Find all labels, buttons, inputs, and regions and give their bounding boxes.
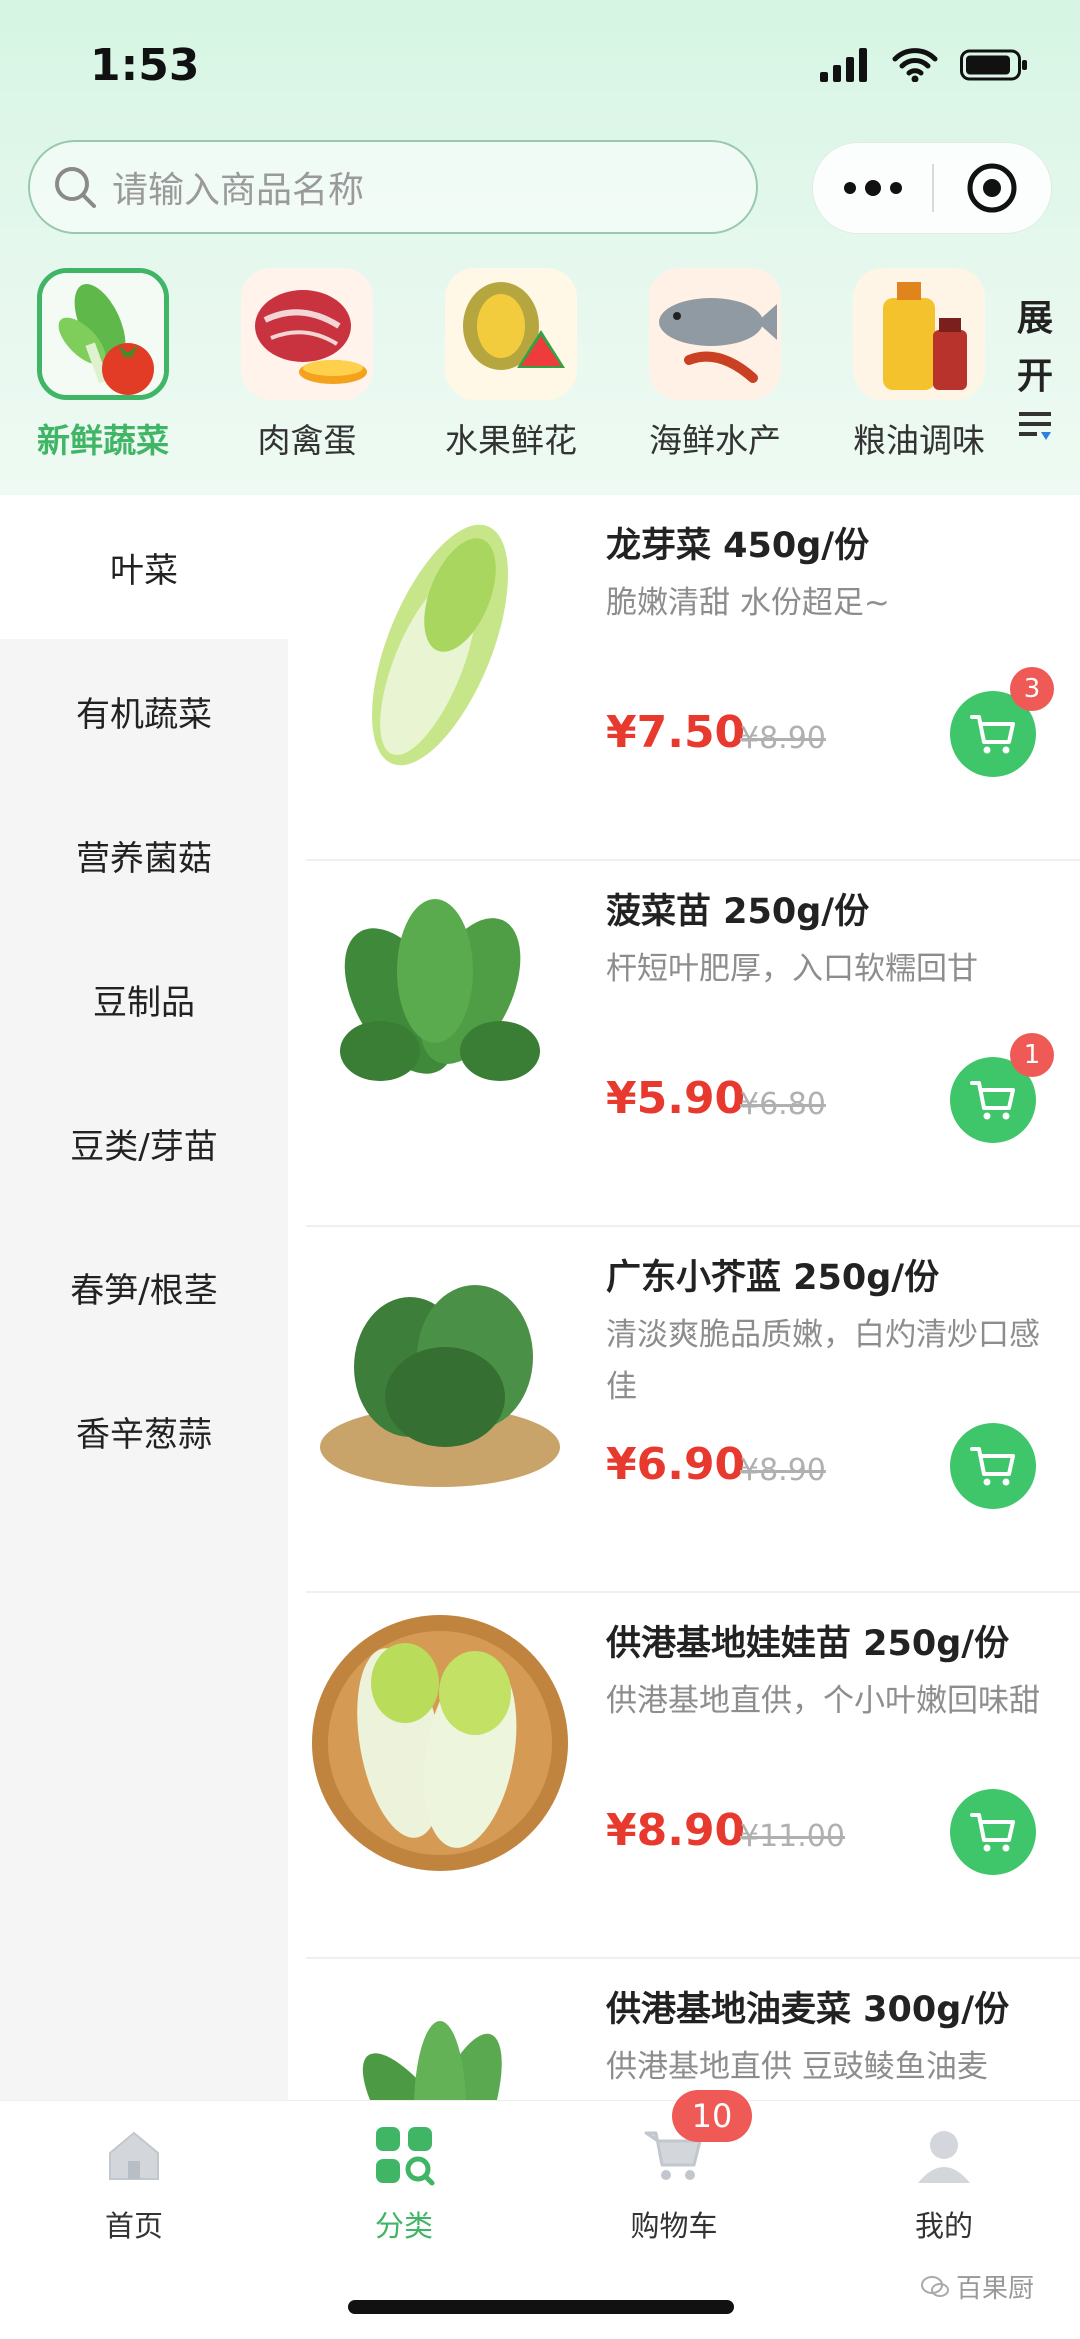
more-dot-icon: [843, 182, 856, 194]
meat-image: [241, 268, 373, 400]
sidebar-item-tofu[interactable]: 豆制品: [0, 927, 288, 1071]
product-original-price: ¥8.90: [740, 721, 826, 756]
product-price: ¥8.90: [606, 1805, 746, 1856]
expand-categories-button[interactable]: 展 开: [1005, 290, 1065, 464]
lettuce-image: [362, 2021, 502, 2100]
status-bar: 1:53: [0, 0, 1080, 130]
cart-icon: [970, 1447, 1015, 1486]
target-icon: [967, 163, 1017, 213]
baby-cabbage-image: [312, 1615, 568, 1871]
profile-icon: [918, 2131, 970, 2183]
product-original-price: ¥11.00: [740, 1819, 845, 1854]
sidebar-item-mushroom[interactable]: 营养菌菇: [0, 783, 288, 927]
more-dot-icon: [889, 182, 902, 194]
product-name: 龙芽菜 450g/份: [606, 526, 870, 566]
sidebar-item-aromatics[interactable]: 香辛葱蒜: [0, 1359, 288, 1503]
watermark-text: 百果厨: [956, 2274, 1035, 2304]
watermark: 百果厨: [920, 2268, 1034, 2305]
category-label: 肉禽蛋: [257, 421, 357, 460]
status-icons: [820, 48, 1030, 82]
tab-cart[interactable]: 购物车: [574, 2123, 774, 2245]
category-meat[interactable]: 肉禽蛋: [222, 268, 392, 462]
add-to-cart-button[interactable]: [950, 1423, 1036, 1509]
product-original-price: ¥8.90: [740, 1453, 826, 1488]
category-seafood[interactable]: 海鲜水产: [630, 268, 800, 462]
home-indicator: [348, 2300, 734, 2314]
category-label: 粮油调味: [853, 421, 985, 460]
close-miniprogram-button[interactable]: [934, 161, 1051, 215]
category-icon: [376, 2127, 435, 2186]
product-description: 脆嫩清甜 水份超足~: [606, 585, 890, 621]
product-name: 广东小芥蓝 250g/份: [606, 1258, 940, 1298]
product-card[interactable]: 龙芽菜 450g/份 脆嫩清甜 水份超足~ ¥7.50 ¥8.90 3: [288, 495, 1080, 861]
chinese-kale-image: [320, 1285, 560, 1487]
sidebar-item-shoots-roots[interactable]: 春笋/根茎: [0, 1215, 288, 1359]
product-price: ¥5.90: [606, 1073, 746, 1124]
product-card[interactable]: 菠菜苗 250g/份 杆短叶肥厚，入口软糯回甘 ¥5.90 ¥6.80 1: [288, 861, 1080, 1227]
product-name: 菠菜苗 250g/份: [606, 892, 870, 932]
product-description: 供港基地直供 豆豉鲮鱼油麦: [606, 2049, 988, 2085]
home-icon: [109, 2131, 159, 2180]
signal-icon: [820, 48, 867, 82]
expand-label: 展: [1016, 298, 1053, 339]
category-vegetables[interactable]: 新鲜蔬菜: [18, 268, 188, 462]
wifi-icon: [892, 48, 938, 82]
sidebar-item-beans-sprouts[interactable]: 豆类/芽苗: [0, 1071, 288, 1215]
tab-label: 我的: [914, 2209, 973, 2243]
more-dot-icon: [864, 180, 881, 196]
battery-icon: [960, 49, 1027, 81]
fruit-image: [445, 268, 577, 400]
napa-cabbage-image: [372, 524, 508, 766]
sidebar-item-leafy[interactable]: 叶菜: [0, 495, 288, 639]
cart-icon: [970, 1081, 1015, 1120]
search-input[interactable]: 请输入商品名称: [28, 140, 758, 234]
category-fruit[interactable]: 水果鲜花: [426, 268, 596, 462]
cart-tab-badge: 10: [672, 2090, 752, 2142]
cart-count-badge: 1: [1010, 1033, 1054, 1077]
grain-oil-image: [853, 268, 985, 400]
sidebar-item-organic[interactable]: 有机蔬菜: [0, 639, 288, 783]
product-description: 清淡爽脆品质嫩，白灼清炒口感佳: [606, 1317, 1040, 1405]
product-description: 供港基地直供，个小叶嫩回味甜: [606, 1683, 1040, 1719]
category-strip: 新鲜蔬菜 肉禽蛋 水果鲜花 海鲜水产 粮油调味: [0, 268, 1080, 468]
product-card[interactable]: 供港基地油麦菜 300g/份 供港基地直供 豆豉鲮鱼油麦: [288, 1959, 1080, 2100]
tab-label: 首页: [104, 2209, 163, 2243]
cart-icon: [970, 1813, 1015, 1852]
seafood-image: [649, 268, 781, 400]
vegetables-image: [37, 268, 169, 400]
tab-category[interactable]: 分类: [304, 2123, 504, 2245]
category-label: 水果鲜花: [445, 421, 577, 460]
product-name: 供港基地油麦菜 300g/份: [606, 1990, 1010, 2030]
wechat-icon: [921, 2275, 949, 2297]
product-name: 供港基地娃娃苗 250g/份: [606, 1624, 1010, 1664]
cart-count-badge: 3: [1010, 667, 1054, 711]
status-time: 1:53: [90, 40, 200, 91]
more-button[interactable]: [813, 180, 932, 196]
subcategory-sidebar: 叶菜 有机蔬菜 营养菌菇 豆制品 豆类/芽苗 春笋/根茎 香辛葱蒜: [0, 495, 288, 2100]
expand-icon: [1019, 412, 1051, 440]
tab-label: 购物车: [630, 2209, 718, 2243]
cart-icon: [970, 715, 1015, 754]
category-label: 新鲜蔬菜: [37, 421, 169, 460]
spinach-image: [340, 899, 540, 1081]
category-label: 海鲜水产: [649, 421, 781, 460]
tab-label: 分类: [374, 2209, 433, 2243]
product-original-price: ¥6.80: [740, 1087, 826, 1122]
product-card[interactable]: 广东小芥蓝 250g/份 清淡爽脆品质嫩，白灼清炒口感佳 ¥6.90 ¥8.90: [288, 1227, 1080, 1593]
product-list: 龙芽菜 450g/份 脆嫩清甜 水份超足~ ¥7.50 ¥8.90 3 菠菜苗 …: [288, 495, 1080, 2100]
product-price: ¥6.90: [606, 1439, 746, 1490]
mini-program-capsule: [812, 142, 1052, 234]
expand-label: 开: [1016, 356, 1053, 397]
search-placeholder: 请输入商品名称: [112, 170, 365, 211]
search-icon: [55, 167, 96, 208]
product-price: ¥7.50: [606, 707, 746, 758]
add-to-cart-button[interactable]: [950, 1789, 1036, 1875]
product-description: 杆短叶肥厚，入口软糯回甘: [606, 951, 978, 987]
product-card[interactable]: 供港基地娃娃苗 250g/份 供港基地直供，个小叶嫩回味甜 ¥8.90 ¥11.…: [288, 1593, 1080, 1959]
tab-home[interactable]: 首页: [34, 2123, 234, 2245]
category-grain-oil[interactable]: 粮油调味: [834, 268, 1004, 462]
tab-profile[interactable]: 我的: [844, 2123, 1044, 2245]
